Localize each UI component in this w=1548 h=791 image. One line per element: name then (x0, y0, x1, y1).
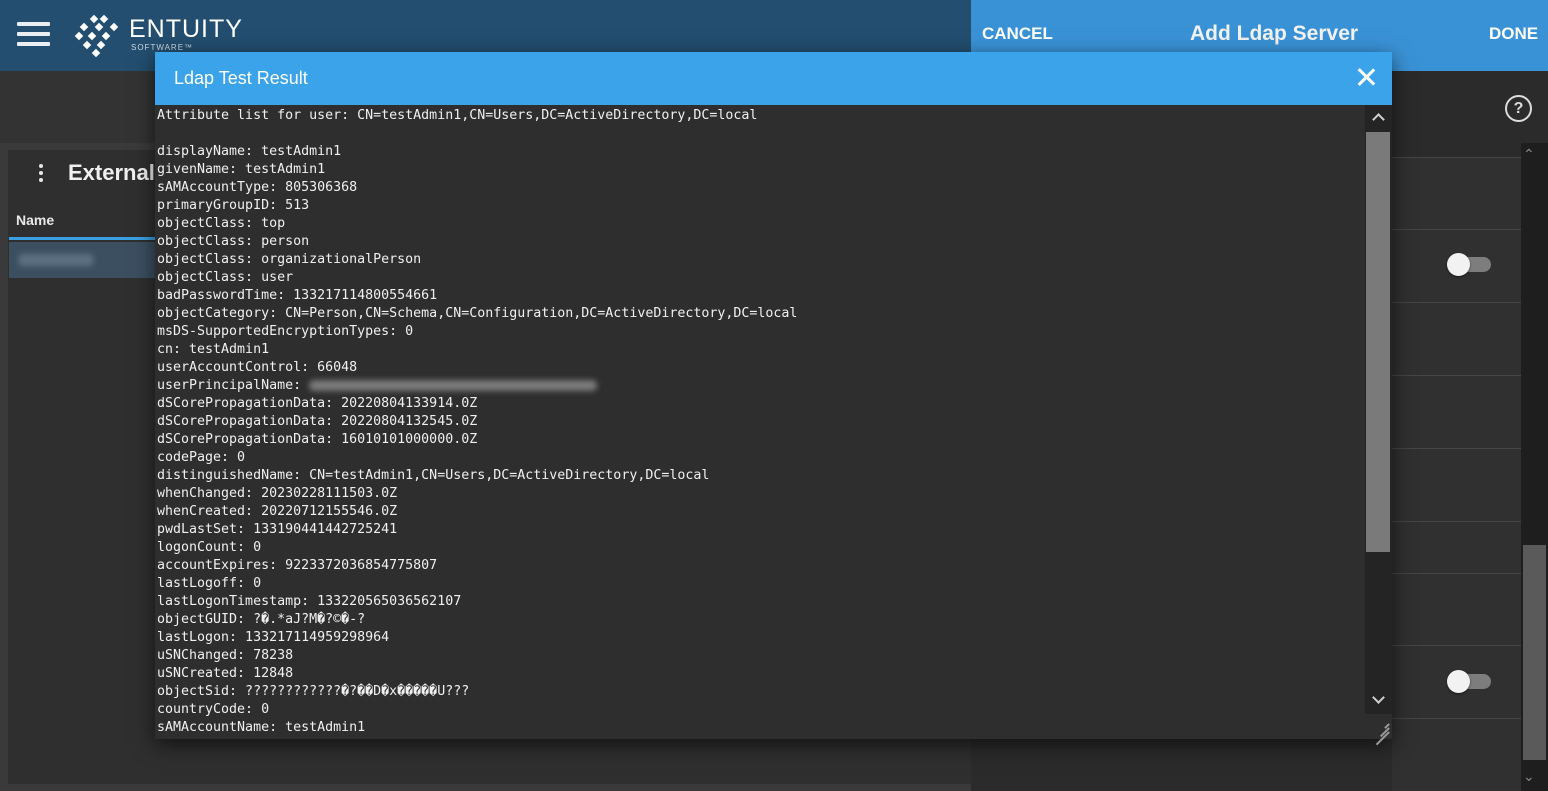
logo-text: ENTUITY (129, 15, 243, 43)
dialog-header: Ldap Test Result (155, 52, 1392, 105)
result-lines: dSCorePropagationData: 20220804133914.0Z… (157, 396, 710, 735)
scroll-down-icon[interactable]: ⌄ (1523, 768, 1535, 785)
divider (1392, 645, 1521, 646)
toggle-switch[interactable] (1447, 670, 1491, 693)
hamburger-menu-icon[interactable] (17, 22, 51, 48)
divider (1392, 229, 1521, 230)
divider (1392, 157, 1521, 158)
divider (1392, 573, 1521, 574)
divider (1392, 448, 1521, 449)
result-text: Attribute list for user: CN=testAdmin1,C… (155, 105, 1365, 737)
upn-label: userPrincipalName: (157, 378, 310, 393)
entuity-logo-icon (74, 15, 119, 57)
divider (1392, 375, 1521, 376)
divider (1392, 521, 1521, 522)
done-button[interactable]: DONE (1489, 24, 1538, 44)
redacted-value (309, 379, 598, 391)
result-lines: Attribute list for user: CN=testAdmin1,C… (157, 108, 798, 375)
scroll-up-icon[interactable]: ⌃ (1523, 146, 1535, 163)
column-header-underline (9, 237, 155, 240)
dialog-scrollbar-thumb[interactable] (1366, 132, 1390, 552)
divider (1392, 718, 1521, 719)
scroll-down-icon[interactable] (1371, 693, 1385, 707)
redacted-value (18, 254, 94, 266)
more-options-icon[interactable] (39, 164, 43, 182)
drawer-title: Add Ldap Server (1190, 22, 1359, 45)
column-header-name[interactable]: Name (16, 212, 54, 228)
resize-handle-icon[interactable] (1373, 717, 1391, 746)
dialog-title: Ldap Test Result (174, 68, 308, 88)
section-title: External (68, 160, 155, 185)
ldap-test-result-dialog: Ldap Test Result Attribute list for user… (155, 52, 1392, 746)
help-icon[interactable]: ? (1505, 95, 1532, 122)
close-icon[interactable] (1353, 64, 1379, 90)
scroll-up-icon[interactable] (1371, 110, 1385, 124)
logo-subtext: SOFTWARE™ (131, 43, 194, 52)
result-text-area[interactable]: Attribute list for user: CN=testAdmin1,C… (155, 105, 1365, 739)
drawer-scrollbar-thumb[interactable] (1523, 545, 1546, 760)
cancel-button[interactable]: CANCEL (982, 24, 1053, 44)
toggle-switch[interactable] (1447, 253, 1491, 276)
divider (1392, 302, 1521, 303)
